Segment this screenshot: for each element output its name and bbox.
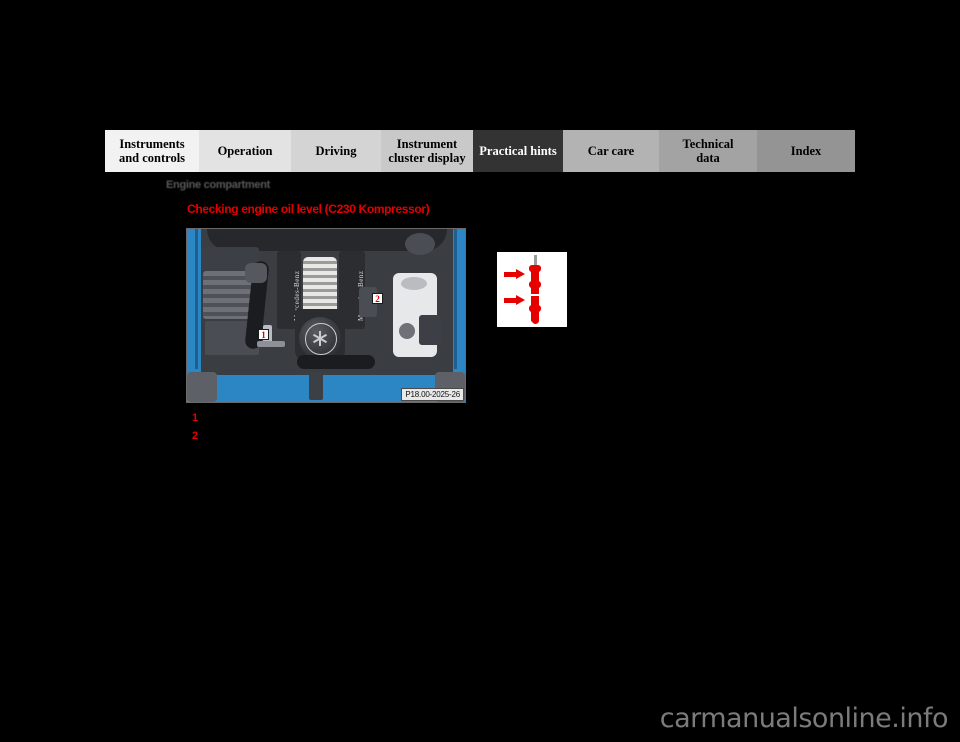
- topic-heading: Checking engine oil level (C230 Kompress…: [187, 202, 430, 216]
- tab-label: Practical hints: [479, 144, 557, 158]
- engine-compartment-photo: Mercedes-Benz Mercedes-Benz 1 2: [186, 228, 466, 403]
- tab-label: Car care: [587, 144, 635, 158]
- reservoir-lower-cap: [399, 323, 415, 339]
- body-crease-left: [195, 229, 198, 369]
- legend-item-1-number: 1: [192, 412, 199, 424]
- tab-technical-data[interactable]: Technical data: [659, 130, 757, 172]
- tab-label: Instrument cluster display: [388, 137, 466, 165]
- tab-label: Operation: [217, 144, 273, 158]
- strut-tower: [405, 233, 435, 255]
- tab-operation[interactable]: Operation: [199, 130, 291, 172]
- mercedes-star-emblem: [299, 317, 341, 359]
- dipstick-upper-collar: [529, 265, 541, 272]
- tab-label: Technical data: [682, 137, 734, 165]
- legend-item-2-number: 2: [192, 430, 199, 442]
- radiator-hose: [297, 355, 375, 369]
- min-mark-arrow-icon: [504, 295, 526, 305]
- site-watermark: carmanualsonline.info: [659, 703, 949, 734]
- tab-instruments-and-controls[interactable]: Instruments and controls: [105, 130, 199, 172]
- tab-label: Instruments and controls: [118, 137, 186, 165]
- tab-index[interactable]: Index: [757, 130, 855, 172]
- dipstick-bracket: [257, 341, 285, 347]
- tab-label: Index: [790, 144, 822, 158]
- dipstick-tip: [531, 317, 539, 324]
- figure-legend: 1 2: [192, 412, 612, 448]
- dipstick-mid-collar: [529, 281, 541, 288]
- photo-callout-1: 1: [258, 329, 269, 340]
- engine-compartment-figure: Mercedes-Benz Mercedes-Benz 1 2: [186, 228, 466, 403]
- fuse-box: [419, 315, 441, 345]
- tab-instrument-cluster-display[interactable]: Instrument cluster display: [381, 130, 473, 172]
- body-crease-right: [454, 229, 457, 369]
- dipstick-lower-collar: [529, 305, 541, 312]
- left-tire: [187, 372, 217, 402]
- legend-item-2: 2: [192, 430, 612, 442]
- tab-driving[interactable]: Driving: [291, 130, 381, 172]
- tab-practical-hints[interactable]: Practical hints: [473, 130, 563, 172]
- section-tab-bar: Instruments and controls Operation Drivi…: [105, 130, 855, 172]
- hood-latch: [309, 372, 323, 400]
- max-mark-arrow-icon: [504, 269, 526, 279]
- figure-reference-code: P18.00-2025-26: [401, 388, 464, 401]
- ignition-coil-pack: [303, 257, 337, 315]
- star-ring: [305, 323, 337, 355]
- tab-label: Driving: [315, 144, 357, 158]
- reservoir-cap: [401, 277, 427, 290]
- legend-item-1: 1: [192, 412, 612, 424]
- dipstick-min-notch: [531, 294, 539, 296]
- intake-hose-bellows: [245, 263, 267, 283]
- tab-car-care[interactable]: Car care: [563, 130, 659, 172]
- photo-callout-2: 2: [372, 293, 383, 304]
- dipstick-diagram: [497, 252, 567, 327]
- section-heading: Engine compartment: [166, 179, 271, 191]
